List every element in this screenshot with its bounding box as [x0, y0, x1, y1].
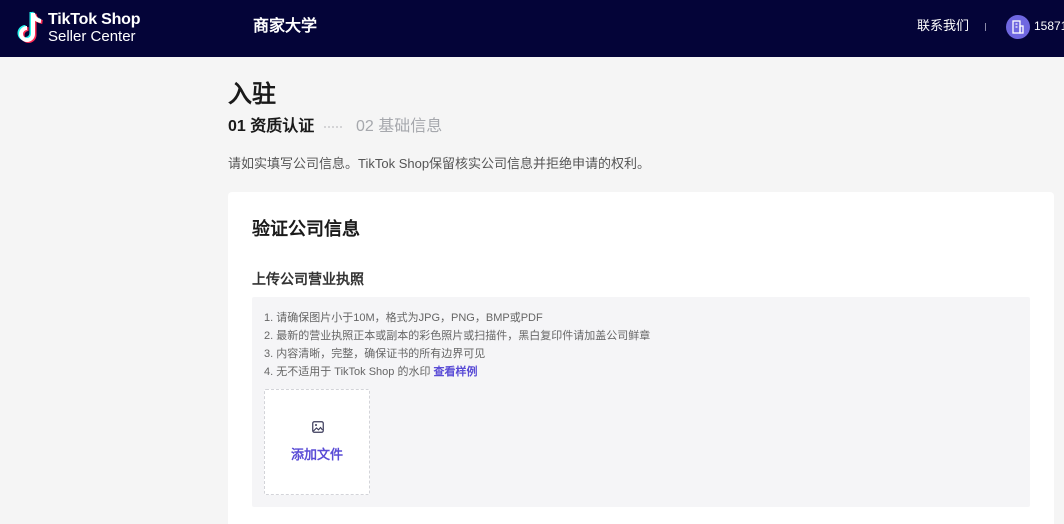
add-file-label: 添加文件	[290, 447, 343, 462]
upload-panel: 1. 请确保图片小于10M，格式为JPG，PNG，BMP或PDF 2. 最新的营…	[252, 297, 1030, 507]
account-id[interactable]: 15871	[1034, 19, 1064, 33]
page-title: 入驻	[228, 81, 276, 108]
business-license-label: 上传公司营业执照	[252, 271, 364, 287]
requirement-item: 4. 无不适用于 TikTok Shop 的水印 查看样例	[264, 363, 650, 381]
card-title: 验证公司信息	[252, 219, 360, 239]
image-icon	[312, 421, 324, 433]
step-1-qualification: 01 资质认证	[228, 118, 315, 135]
view-sample-link[interactable]: 查看样例	[434, 366, 478, 378]
upload-requirements: 1. 请确保图片小于10M，格式为JPG，PNG，BMP或PDF 2. 最新的营…	[264, 309, 650, 381]
logo-text-seller-center: Seller Center	[48, 28, 136, 45]
building-icon	[1012, 20, 1024, 34]
notice-text: 请如实填写公司信息。TikTok Shop保留核实公司信息并拒绝申请的权利。	[228, 156, 651, 171]
step-connector	[324, 124, 348, 130]
top-navigation-bar: TikTok Shop Seller Center 商家大学 联系我们 1587…	[0, 0, 1064, 57]
requirement-item: 1. 请确保图片小于10M，格式为JPG，PNG，BMP或PDF	[264, 312, 543, 324]
requirement-text: 4. 无不适用于 TikTok Shop 的水印	[264, 366, 431, 378]
requirement-item: 3. 内容清晰，完整，确保证书的所有边界可见	[264, 348, 486, 360]
tiktok-logo-icon	[17, 11, 43, 43]
add-file-button[interactable]: 添加文件	[264, 389, 370, 495]
tiktok-shop-logo[interactable]: TikTok Shop Seller Center	[17, 10, 147, 46]
nav-divider	[985, 23, 986, 31]
company-verification-card: 验证公司信息 上传公司营业执照 1. 请确保图片小于10M，格式为JPG，PNG…	[228, 192, 1054, 524]
requirement-item: 2. 最新的营业执照正本或副本的彩色照片或扫描件，黑白复印件请加盖公司鲜章	[264, 330, 651, 342]
step-2-basic-info: 02 基础信息	[356, 118, 443, 135]
account-avatar[interactable]	[1006, 15, 1030, 39]
nav-link-merchant-university[interactable]: 商家大学	[253, 17, 317, 37]
logo-text-tiktok-shop: TikTok Shop	[48, 11, 141, 28]
contact-us-link[interactable]: 联系我们	[917, 18, 969, 34]
